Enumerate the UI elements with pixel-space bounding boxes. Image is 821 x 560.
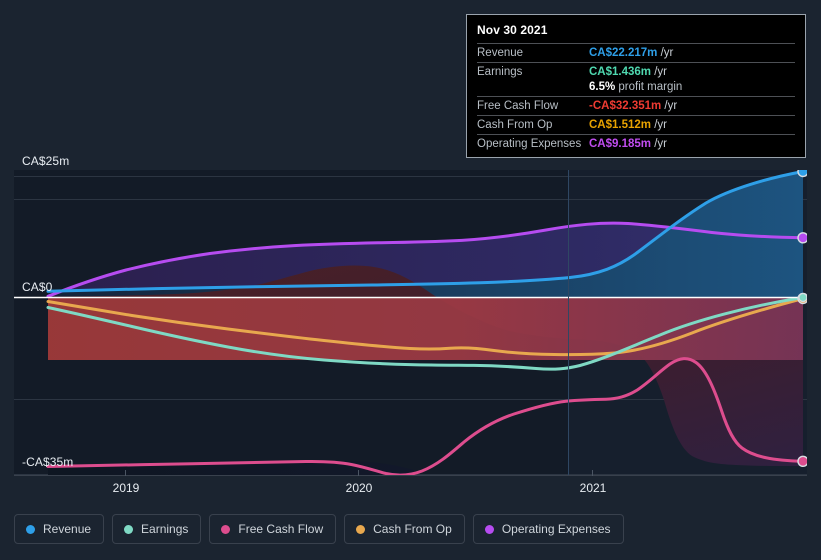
tooltip-key-earnings: Earnings [477,66,523,78]
tooltip-date: Nov 30 2021 [477,23,548,37]
x-axis-label-2021: 2021 [579,481,607,495]
tooltip-table: Revenue CA$22.217m /yr Earnings CA$1.436… [477,43,795,153]
endpoint-revenue [797,170,807,178]
tooltip-key-cash-from-op: Cash From Op [477,119,553,131]
x-axis-label-2019: 2019 [112,481,140,495]
x-axis-line [14,475,807,476]
tooltip-key-profit-margin [477,81,589,97]
legend-dot-free-cash-flow-icon [221,524,231,534]
tooltip-value-revenue: CA$22.217m /yr [589,44,795,63]
chart-tooltip: Nov 30 2021 Revenue CA$22.217m /yr Earni… [466,14,806,158]
tooltip-key-operating-expenses: Operating Expenses [477,138,582,150]
tooltip-suffix-free-cash-flow: /yr [661,100,678,112]
legend-label-free-cash-flow: Free Cash Flow [238,522,324,536]
tooltip-row-cash-from-op: Cash From Op CA$1.512m /yr [477,115,795,135]
legend-label-earnings: Earnings [141,522,189,536]
tooltip-value-free-cash-flow: -CA$32.351m /yr [589,97,795,116]
tooltip-row-operating-expenses: Operating Expenses CA$9.185m /yr [477,134,795,154]
financial-chart-screenshot: CA$25m CA$0 -CA$35m 2019 2020 2021 Nov 3… [0,0,821,560]
x-tick-2021 [592,470,593,476]
tooltip-suffix-operating-expenses: /yr [651,138,667,150]
chart-legend: Revenue Earnings Free Cash Flow Cash Fro… [14,514,624,544]
legend-label-operating-expenses: Operating Expenses [501,522,611,536]
y-axis-label-bottom: -CA$35m [22,455,74,469]
chart-plot-area [14,170,807,475]
legend-item-revenue[interactable]: Revenue [14,514,105,544]
legend-item-cash-from-op[interactable]: Cash From Op [344,514,465,544]
tooltip-suffix-cash-from-op: /yr [651,119,667,131]
tooltip-row-earnings: Earnings CA$1.436m /yr [477,62,795,82]
tooltip-suffix-revenue: /yr [657,47,674,59]
legend-item-free-cash-flow[interactable]: Free Cash Flow [209,514,337,544]
legend-item-operating-expenses[interactable]: Operating Expenses [472,514,624,544]
legend-dot-operating-expenses-icon [484,524,494,534]
x-tick-2019 [125,470,126,476]
endpoint-free-cash-flow [797,455,807,467]
tooltip-suffix-earnings: /yr [651,66,667,78]
legend-dot-cash-from-op-icon [356,524,366,534]
legend-dot-earnings-icon [124,524,134,534]
x-tick-2020 [358,470,359,476]
legend-label-cash-from-op: Cash From Op [373,522,452,536]
endpoint-operating-expenses [797,232,807,244]
tooltip-suffix-profit-margin: profit margin [615,81,683,93]
legend-item-earnings[interactable]: Earnings [112,514,202,544]
y-axis-label-zero: CA$0 [22,280,53,294]
tooltip-amount-free-cash-flow: -CA$32.351m [589,100,662,112]
legend-dot-revenue-icon [26,524,35,534]
tooltip-key-revenue: Revenue [477,47,524,59]
tooltip-value-operating-expenses: CA$9.185m /yr [589,135,795,154]
area-cash-region-red [48,298,803,360]
tooltip-amount-profit-margin: 6.5% [589,81,616,93]
chart-svg [14,170,807,475]
tooltip-key-free-cash-flow: Free Cash Flow [477,100,559,112]
tooltip-amount-cash-from-op: CA$1.512m [589,119,652,131]
legend-label-revenue: Revenue [43,522,92,536]
tooltip-row-free-cash-flow: Free Cash Flow -CA$32.351m /yr [477,96,795,116]
tooltip-amount-operating-expenses: CA$9.185m [589,138,652,150]
tooltip-value-earnings: CA$1.436m /yr [589,63,795,82]
tooltip-row-profit-margin: 6.5% profit margin [477,81,795,97]
endpoint-earnings [798,292,807,303]
tooltip-amount-earnings: CA$1.436m [589,66,652,78]
y-axis-label-top: CA$25m [22,154,70,168]
tooltip-amount-revenue: CA$22.217m [589,47,658,59]
tooltip-row-revenue: Revenue CA$22.217m /yr [477,43,795,63]
tooltip-value-profit-margin: 6.5% profit margin [589,81,795,97]
x-axis-label-2020: 2020 [345,481,373,495]
tooltip-value-cash-from-op: CA$1.512m /yr [589,116,795,135]
